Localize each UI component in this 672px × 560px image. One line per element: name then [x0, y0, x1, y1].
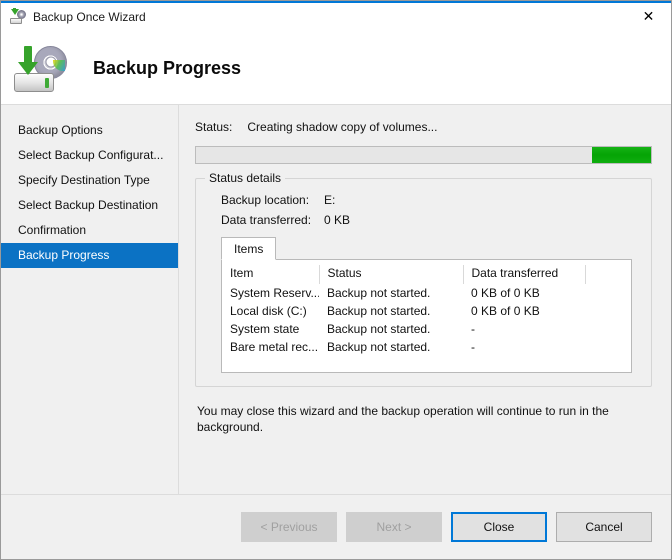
- sidebar-item-backup-options[interactable]: Backup Options: [1, 118, 178, 143]
- items-tab-panel: Item Status Data transferred System Rese…: [221, 259, 632, 373]
- table-row[interactable]: System state Backup not started. -: [222, 320, 631, 338]
- sidebar-item-select-backup-destination[interactable]: Select Backup Destination: [1, 193, 178, 218]
- cell-empty: [585, 302, 631, 320]
- cell-item: Bare metal rec...: [230, 340, 319, 354]
- table-row[interactable]: System Reserv... Backup not started. 0 K…: [222, 284, 631, 302]
- backup-progress-bar: [195, 146, 652, 164]
- cell-status: Backup not started.: [327, 322, 431, 336]
- close-icon: ✕: [642, 8, 655, 25]
- data-transferred-value: 0 KB: [324, 213, 351, 227]
- items-table: Item Status Data transferred System Rese…: [222, 265, 631, 356]
- title-bar: Backup Once Wizard ✕: [1, 1, 671, 33]
- body: Backup Options Select Backup Configurat.…: [1, 105, 671, 494]
- wizard-step-sidebar: Backup Options Select Backup Configurat.…: [1, 105, 179, 494]
- cell-status: Backup not started.: [327, 340, 431, 354]
- backup-location-value: E:: [324, 193, 336, 207]
- sidebar-item-confirmation[interactable]: Confirmation: [1, 218, 178, 243]
- column-header-status[interactable]: Status: [319, 265, 464, 284]
- backup-disk-icon: [10, 7, 26, 25]
- backup-location-label: Backup location:: [221, 193, 310, 207]
- table-row[interactable]: Bare metal rec... Backup not started. -: [222, 338, 631, 356]
- column-header-item[interactable]: Item: [222, 265, 320, 284]
- status-details-legend: Status details: [205, 171, 286, 185]
- sidebar-item-select-backup-configuration[interactable]: Select Backup Configurat...: [1, 143, 178, 168]
- cell-data-transferred: 0 KB of 0 KB: [471, 304, 540, 318]
- cell-data-transferred: -: [471, 340, 475, 354]
- cell-item: System state: [230, 322, 300, 336]
- page-header: Backup Progress: [1, 33, 671, 105]
- column-header-data-transferred[interactable]: Data transferred: [463, 265, 586, 284]
- previous-button[interactable]: < Previous: [241, 512, 337, 542]
- sidebar-item-specify-destination-type[interactable]: Specify Destination Type: [1, 168, 178, 193]
- backup-location-row: Backup location: E:: [221, 193, 638, 207]
- cell-data-transferred: -: [471, 322, 475, 336]
- cell-item: Local disk (C:): [230, 304, 307, 318]
- background-note: You may close this wizard and the backup…: [197, 404, 609, 434]
- data-transferred-row: Data transferred: 0 KB: [221, 213, 638, 227]
- cell-empty: [585, 338, 631, 356]
- progress-bar-chunk: [591, 147, 651, 163]
- table-header-row: Item Status Data transferred: [222, 265, 631, 284]
- content-pane: Status: Creating shadow copy of volumes.…: [179, 105, 671, 494]
- backup-once-wizard-window: Backup Once Wizard ✕ Backup Progress Bac…: [0, 0, 672, 560]
- status-details-tabstrip: Items: [221, 237, 638, 260]
- items-grid: Item Status Data transferred System Rese…: [222, 260, 631, 372]
- cell-status: Backup not started.: [327, 304, 431, 318]
- cell-empty: [585, 284, 631, 302]
- data-transferred-label: Data transferred:: [221, 213, 312, 227]
- cell-empty: [585, 320, 631, 338]
- sidebar-item-backup-progress[interactable]: Backup Progress: [1, 243, 178, 268]
- status-details-group: Status details Backup location: E: Data …: [195, 171, 652, 387]
- close-button[interactable]: Close: [451, 512, 547, 542]
- status-row: Status: Creating shadow copy of volumes.…: [195, 120, 652, 134]
- title-bar-accent: [1, 1, 671, 3]
- backup-drive-disc-icon: [13, 44, 69, 94]
- status-value: Creating shadow copy of volumes...: [247, 120, 438, 134]
- status-label: Status:: [195, 120, 233, 134]
- table-row[interactable]: Local disk (C:) Backup not started. 0 KB…: [222, 302, 631, 320]
- footer-button-bar: < Previous Next > Close Cancel: [1, 494, 671, 559]
- next-button[interactable]: Next >: [346, 512, 442, 542]
- window-title: Backup Once Wizard: [33, 9, 146, 24]
- cell-data-transferred: 0 KB of 0 KB: [471, 286, 540, 300]
- cell-status: Backup not started.: [327, 286, 431, 300]
- column-header-empty[interactable]: [585, 265, 631, 284]
- cell-item: System Reserv...: [230, 286, 319, 300]
- window-close-button[interactable]: ✕: [626, 2, 671, 32]
- page-title: Backup Progress: [93, 58, 242, 78]
- cancel-button[interactable]: Cancel: [556, 512, 652, 542]
- tab-items[interactable]: Items: [221, 237, 277, 260]
